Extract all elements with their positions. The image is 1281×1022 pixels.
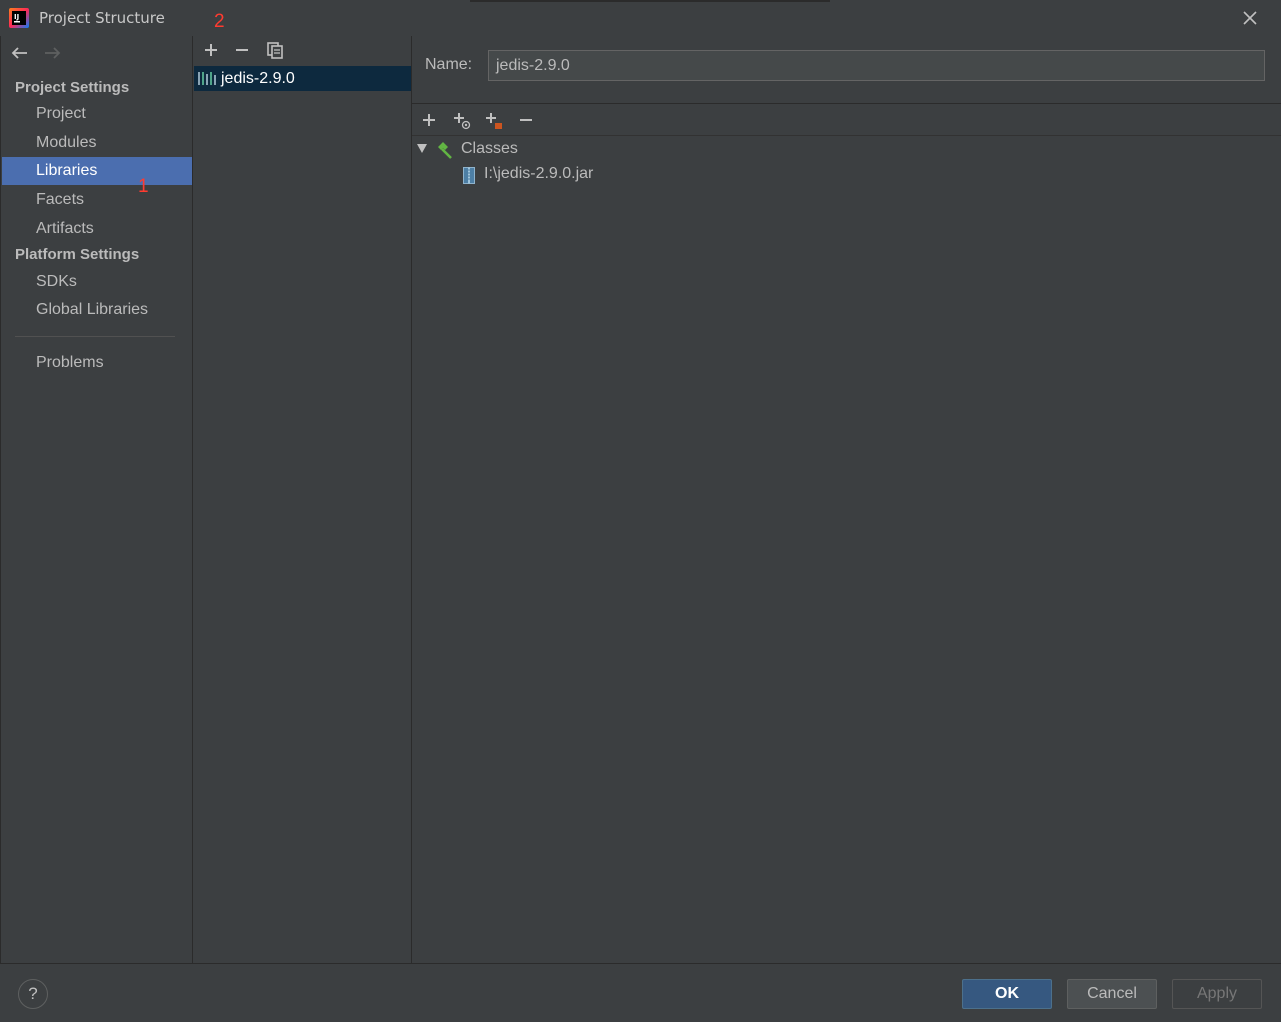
nav-item-libraries[interactable]: Libraries [2,157,193,185]
project-settings-header: Project Settings [15,79,130,96]
ok-button[interactable]: OK [962,979,1052,1009]
name-label: Name: [425,56,473,73]
platform-settings-header: Platform Settings [15,246,140,263]
library-detail-panel: Name: jedis-2.9.0 Classes I:\jedis-2.9.0… [412,36,1281,963]
title-bar: IJ Project Structure 2 [0,0,1281,36]
arrow-left-icon[interactable] [10,44,30,62]
help-button[interactable]: ? [18,979,48,1009]
nav-item-facets[interactable]: Facets [2,186,193,214]
library-item-label: jedis-2.9.0 [221,70,295,87]
dialog-footer: ? OK Cancel Apply [0,963,1281,1022]
close-icon[interactable] [1240,8,1260,28]
jar-file-icon [463,167,475,184]
minus-icon[interactable] [231,39,253,61]
intellij-app-icon: IJ [9,8,29,28]
nav-item-problems[interactable]: Problems [2,349,193,377]
svg-text:IJ: IJ [14,13,19,21]
tree-node-jar[interactable]: I:\jedis-2.9.0.jar [484,165,593,183]
library-icon [198,72,216,85]
settings-nav-panel: Project Settings Project Modules Librari… [0,36,193,963]
window-title: Project Structure [39,9,165,27]
nav-separator [15,336,175,337]
apply-button[interactable]: Apply [1172,979,1262,1009]
library-item-jedis[interactable]: jedis-2.9.0 [194,66,411,91]
minus-icon[interactable] [515,109,537,131]
nav-item-project[interactable]: Project [2,100,193,128]
cancel-button[interactable]: Cancel [1067,979,1157,1009]
nav-item-modules[interactable]: Modules [2,129,193,157]
add-with-config-icon[interactable] [450,109,472,131]
arrow-right-icon[interactable] [42,44,62,62]
plus-icon[interactable] [200,39,222,61]
detail-separator [412,103,1281,104]
nav-item-sdks[interactable]: SDKs [2,268,193,296]
classes-tree: Classes I:\jedis-2.9.0.jar [412,136,1281,963]
expand-arrow-icon[interactable] [416,143,428,155]
add-jar-icon[interactable] [482,109,504,131]
annotation-2: 2 [214,11,225,32]
nav-item-global-libraries[interactable]: Global Libraries [2,296,193,324]
plus-icon[interactable] [418,109,440,131]
copy-icon[interactable] [264,39,286,61]
top-edge-strip [470,0,830,2]
hammer-icon [438,142,452,159]
name-field[interactable]: jedis-2.9.0 [488,50,1265,81]
tree-node-classes[interactable]: Classes [461,140,518,158]
library-list-panel: jedis-2.9.0 [192,36,412,963]
nav-item-artifacts[interactable]: Artifacts [2,215,193,243]
